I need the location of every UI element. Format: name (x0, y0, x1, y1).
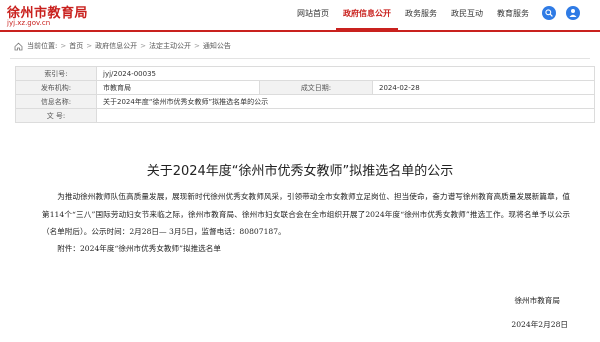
breadcrumb-separator: > (140, 42, 146, 50)
attachment-link[interactable]: 附件：2024年度“徐州市优秀女教师”拟推选名单 (42, 243, 221, 254)
docno-value (96, 108, 595, 123)
breadcrumb-home[interactable]: 首页 (69, 41, 83, 51)
breadcrumb-legal-disclosure[interactable]: 法定主动公开 (149, 41, 191, 51)
site-url: jyj.xz.gov.cn (7, 19, 51, 27)
user-button[interactable] (566, 6, 580, 20)
name-value: 关于2024年度“徐州市优秀女教师”拟推选名单的公示 (96, 94, 595, 109)
home-icon (14, 42, 23, 50)
breadcrumb-gov-info[interactable]: 政府信息公开 (95, 41, 137, 51)
search-button[interactable] (542, 6, 556, 20)
divider (10, 58, 590, 59)
table-row: 索引号: jyj/2024-00035 (15, 66, 595, 81)
signature-date: 2024年2月28日 (511, 320, 568, 329)
docno-label: 文 号: (15, 108, 97, 123)
user-icon (569, 9, 577, 17)
nav-edu-services[interactable]: 教育服务 (490, 0, 536, 30)
signature-org: 徐州市教育局 (514, 296, 560, 305)
nav-gov-services[interactable]: 政务服务 (398, 0, 444, 30)
nav-interaction[interactable]: 政民互动 (444, 0, 490, 30)
table-row: 发布机构: 市教育局 成文日期: 2024-02-28 (15, 80, 595, 95)
index-value: jyj/2024-00035 (96, 66, 595, 81)
breadcrumb: 当前位置: > 首页 > 政府信息公开 > 法定主动公开 > 通知公告 (14, 38, 231, 54)
date-label: 成文日期: (259, 80, 373, 95)
breadcrumb-separator: > (60, 42, 67, 50)
breadcrumb-notices[interactable]: 通知公告 (203, 41, 231, 51)
table-row: 文 号: (15, 108, 595, 123)
breadcrumb-separator: > (193, 42, 200, 50)
breadcrumb-separator: > (86, 42, 93, 50)
publisher-label: 发布机构: (15, 80, 97, 95)
nav-home[interactable]: 网站首页 (290, 0, 336, 30)
breadcrumb-prefix: 当前位置: (27, 42, 58, 50)
date-value: 2024-02-28 (372, 80, 595, 95)
name-label: 信息名称: (15, 94, 97, 109)
table-row: 信息名称: 关于2024年度“徐州市优秀女教师”拟推选名单的公示 (15, 94, 595, 109)
nav-gov-info[interactable]: 政府信息公开 (336, 0, 398, 30)
search-icon (545, 9, 553, 17)
main-nav: 网站首页 政府信息公开 政务服务 政民互动 教育服务 (290, 0, 536, 30)
document-title: 关于2024年度“徐州市优秀女教师”拟推选名单的公示 (146, 164, 454, 179)
index-label: 索引号: (15, 66, 97, 81)
site-header: 徐州市教育局 jyj.xz.gov.cn 网站首页 政府信息公开 政务服务 政民… (0, 0, 600, 32)
publisher-value: 市教育局 (96, 80, 260, 95)
document-body: 为推动徐州教师队伍高质量发展，展现新时代徐州优秀女教师风采，引领带动全市女教师立… (42, 192, 570, 236)
info-table: 索引号: jyj/2024-00035 发布机构: 市教育局 成文日期: 202… (15, 66, 595, 123)
